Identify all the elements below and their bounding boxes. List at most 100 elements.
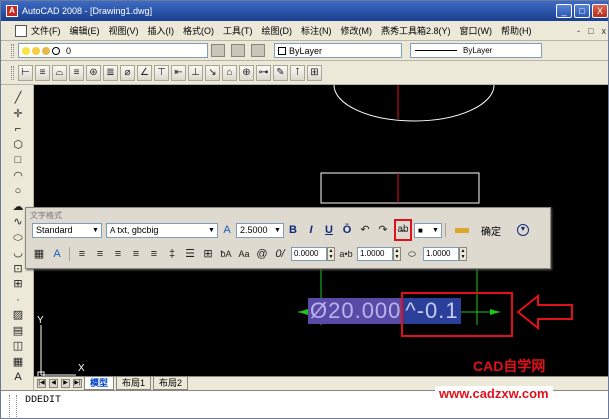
menu-format[interactable]: 格式(O) xyxy=(183,24,214,37)
circle-icon[interactable]: ○ xyxy=(10,184,26,199)
spline-icon[interactable]: ∿ xyxy=(10,215,26,230)
options-icon[interactable]: ▼ xyxy=(517,224,529,236)
tab-model[interactable]: 模型 xyxy=(84,377,115,390)
baseline-icon[interactable]: ⇤ xyxy=(171,64,186,81)
leader-icon[interactable]: ↘ xyxy=(205,64,220,81)
distribute-icon[interactable]: ≡ xyxy=(147,246,161,262)
make-block-icon[interactable]: ⊞ xyxy=(10,277,26,292)
spinner-icon[interactable]: ▲ ▼ xyxy=(459,247,467,261)
justify-icon[interactable]: ≡ xyxy=(75,246,89,262)
lowercase-icon[interactable]: Aa xyxy=(237,246,251,262)
columns-icon[interactable]: ▦ xyxy=(32,246,46,262)
align-center-icon[interactable]: ≡ xyxy=(111,246,125,262)
font-dropdown[interactable]: A txt, gbcbig ▼ xyxy=(106,222,218,238)
underline-button[interactable]: U xyxy=(322,222,336,238)
text-height-dropdown[interactable]: 2.5000 ▼ xyxy=(236,222,284,238)
hatch-icon[interactable]: ▨ xyxy=(10,308,26,323)
insert-field-icon[interactable]: ⊞ xyxy=(201,246,215,262)
tracking-value[interactable]: 1.0000 xyxy=(357,247,393,261)
table-icon[interactable]: ▦ xyxy=(10,355,26,370)
ellipse-arc-icon[interactable]: ◡ xyxy=(10,246,26,261)
ellipse-icon[interactable]: ⬭ xyxy=(10,231,26,246)
angular-icon[interactable]: ∠ xyxy=(137,64,152,81)
symbol-icon[interactable]: @ xyxy=(255,246,269,262)
menu-modify[interactable]: 修改(M) xyxy=(341,24,373,37)
line-spacing-icon[interactable]: ‡ xyxy=(165,246,179,262)
oblique-angle-field[interactable]: 0.0000 ▲ ▼ xyxy=(291,247,335,261)
toolbar-grip[interactable] xyxy=(11,65,14,80)
uppercase-icon[interactable]: ƀA xyxy=(219,246,233,262)
tab-layout2[interactable]: 布局2 xyxy=(153,377,189,390)
dim-edit-icon[interactable]: ⊶ xyxy=(256,64,271,81)
doc-close-button[interactable]: x xyxy=(602,26,607,36)
construction-line-icon[interactable]: ✛ xyxy=(10,107,26,122)
dim-text-edit-icon[interactable]: ✎ xyxy=(273,64,288,81)
tolerance-icon[interactable]: ⌂ xyxy=(222,64,237,81)
numbering-icon[interactable]: ☰ xyxy=(183,246,197,262)
menu-draw[interactable]: 绘图(D) xyxy=(262,24,293,37)
linetype-dropdown[interactable]: ByLayer xyxy=(410,43,542,58)
diameter-icon[interactable]: ⌀ xyxy=(120,64,135,81)
dim-style-icon[interactable]: ⊞ xyxy=(307,64,322,81)
oblique-angle-value[interactable]: 0.0000 xyxy=(291,247,327,261)
maximize-button[interactable]: □ xyxy=(574,4,590,18)
gradient-icon[interactable]: ▤ xyxy=(10,324,26,339)
linear-dim-icon[interactable]: ⊢ xyxy=(18,64,33,81)
menu-dimension[interactable]: 标注(N) xyxy=(301,24,332,37)
redo-button[interactable]: ↷ xyxy=(376,222,390,238)
width-factor-value[interactable]: 1.0000 xyxy=(423,247,459,261)
arc-icon[interactable]: ◠ xyxy=(10,169,26,184)
spinner-icon[interactable]: ▲ ▼ xyxy=(393,247,401,261)
center-mark-icon[interactable]: ⊕ xyxy=(239,64,254,81)
layer-states-icon[interactable] xyxy=(251,44,265,57)
annotative-icon[interactable]: A xyxy=(220,222,234,238)
rectangle-icon[interactable]: □ xyxy=(10,153,26,168)
toolbar-grip[interactable] xyxy=(11,43,14,58)
prev-tab-icon[interactable]: ◀ xyxy=(49,379,58,388)
width-factor-field[interactable]: 1.0000 ▲ ▼ xyxy=(423,247,467,261)
layer-dropdown[interactable]: 0 xyxy=(18,43,208,58)
minimize-button[interactable]: _ xyxy=(556,4,572,18)
continue-icon[interactable]: ⊥ xyxy=(188,64,203,81)
region-icon[interactable]: ◫ xyxy=(10,339,26,354)
close-button[interactable]: X xyxy=(592,4,608,18)
quick-dim-icon[interactable]: ⊤ xyxy=(154,64,169,81)
undo-button[interactable]: ↶ xyxy=(358,222,372,238)
text-style-dropdown[interactable]: Standard ▼ xyxy=(32,222,102,238)
radius-icon[interactable]: ⊛ xyxy=(86,64,101,81)
first-tab-icon[interactable]: |◀ xyxy=(37,379,46,388)
menu-yanxiu-toolbox[interactable]: 燕秀工具箱2.8(Y) xyxy=(381,24,451,37)
menu-edit[interactable]: 编辑(E) xyxy=(70,24,100,37)
spinner-icon[interactable]: ▲ ▼ xyxy=(327,247,335,261)
align-left-icon[interactable]: ≡ xyxy=(93,246,107,262)
ruler-icon[interactable] xyxy=(455,227,469,233)
doc-restore-button[interactable]: □ xyxy=(588,26,593,36)
menu-view[interactable]: 视图(V) xyxy=(109,24,139,37)
oblique-icon[interactable]: 0/ xyxy=(273,246,287,262)
document-icon[interactable] xyxy=(15,24,27,37)
italic-button[interactable]: I xyxy=(304,222,318,238)
menu-help[interactable]: 帮助(H) xyxy=(501,24,532,37)
menu-file[interactable]: 文件(F) xyxy=(31,24,61,37)
bold-button[interactable]: B xyxy=(286,222,300,238)
point-icon[interactable]: · xyxy=(10,293,26,308)
menu-insert[interactable]: 插入(I) xyxy=(148,24,175,37)
text-color-dropdown[interactable]: ■ ▼ xyxy=(414,222,442,238)
layer-previous-icon[interactable] xyxy=(211,44,225,57)
menu-tools[interactable]: 工具(T) xyxy=(223,24,253,37)
color-dropdown[interactable]: ByLayer xyxy=(274,43,402,58)
command-grip[interactable] xyxy=(9,395,17,417)
tab-layout1[interactable]: 布局1 xyxy=(116,377,152,390)
stack-button[interactable]: a̶b xyxy=(394,219,412,241)
insert-block-icon[interactable]: ⊡ xyxy=(10,262,26,277)
ordinate-icon[interactable]: ≡ xyxy=(69,64,84,81)
layer-make-current-icon[interactable] xyxy=(231,44,245,57)
tracking-field[interactable]: 1.0000 ▲ ▼ xyxy=(357,247,401,261)
menu-window[interactable]: 窗口(W) xyxy=(460,24,493,37)
ok-button[interactable]: 确定 xyxy=(481,223,501,238)
polygon-icon[interactable]: ⬡ xyxy=(10,138,26,153)
next-tab-icon[interactable]: ▶ xyxy=(61,379,70,388)
last-tab-icon[interactable]: ▶| xyxy=(73,379,82,388)
polyline-icon[interactable]: ⌐ xyxy=(10,122,26,137)
doc-minimize-button[interactable]: - xyxy=(577,26,580,36)
